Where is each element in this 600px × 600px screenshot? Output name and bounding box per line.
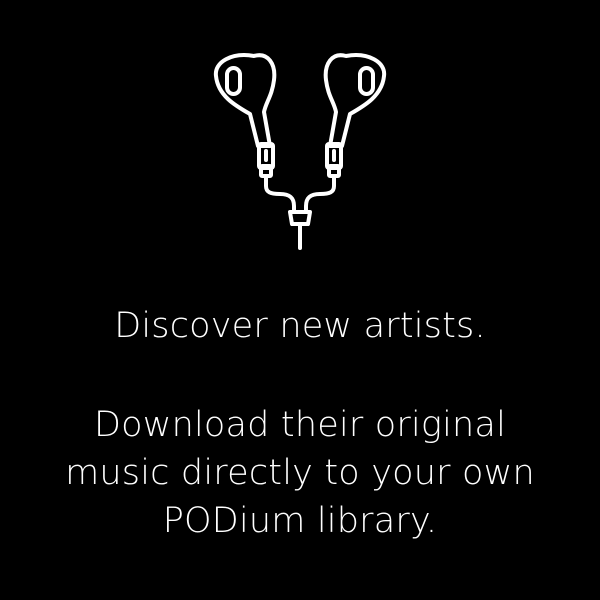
onboarding-description-line: PODium library. [162,501,438,541]
earbuds-icon [200,40,400,255]
onboarding-headline: Discover new artists. [114,306,486,346]
onboarding-screen: Discover new artists. Download their ori… [0,0,600,600]
onboarding-description-line: music directly to your own [65,453,535,493]
onboarding-description-line: Download their original [94,405,506,445]
